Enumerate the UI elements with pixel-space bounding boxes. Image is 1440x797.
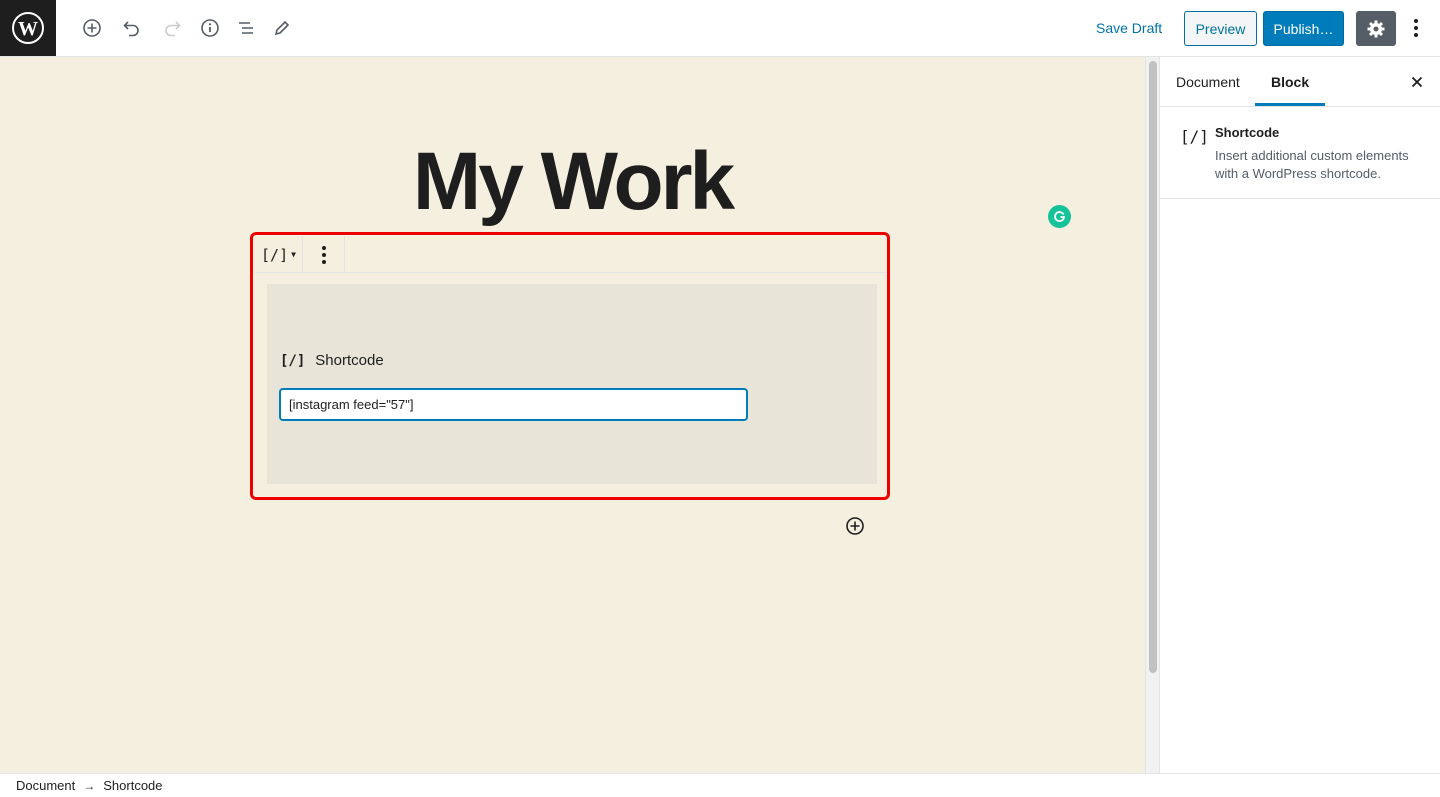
shortcode-input[interactable] (279, 388, 748, 421)
close-icon[interactable] (1406, 71, 1428, 93)
settings-gear-icon[interactable] (1356, 11, 1396, 46)
block-navigation-icon[interactable] (232, 14, 260, 42)
block-card-description: Insert additional custom elements with a… (1215, 148, 1409, 181)
shortcode-label: [/] Shortcode (280, 352, 384, 369)
edit-pencil-icon[interactable] (268, 14, 296, 42)
preview-button[interactable]: Preview (1184, 11, 1257, 46)
shortcode-label-text: Shortcode (315, 352, 384, 369)
breadcrumb: Document → Shortcode (0, 773, 1440, 797)
settings-sidebar: Document Block [/] Shortcode Insert addi… (1159, 57, 1440, 773)
more-options-icon[interactable] (1402, 14, 1430, 42)
tab-block[interactable]: Block (1255, 57, 1326, 106)
shortcode-block[interactable]: [/] ▼ [/] Shortcode (250, 232, 890, 500)
block-more-options-icon[interactable] (303, 236, 345, 273)
shortcode-icon: [/] (1180, 127, 1209, 146)
shortcode-panel: [/] Shortcode (267, 284, 877, 484)
add-block-icon[interactable] (78, 14, 106, 42)
redo-icon[interactable] (158, 14, 186, 42)
shortcode-icon: [/] (280, 352, 306, 369)
tab-document[interactable]: Document (1160, 57, 1256, 107)
arrow-right-icon: → (83, 778, 96, 793)
post-title[interactable]: My Work (0, 135, 1145, 229)
scrollbar-thumb[interactable] (1149, 61, 1157, 673)
undo-icon[interactable] (118, 14, 146, 42)
sidebar-tabs: Document Block (1160, 57, 1440, 107)
editor-header: W Save Draft Preview Publish… (0, 0, 1440, 57)
save-draft-button[interactable]: Save Draft (1088, 16, 1170, 40)
block-switcher-button[interactable]: [/] ▼ (255, 236, 303, 273)
grammarly-icon[interactable] (1048, 205, 1071, 228)
editor-canvas: My Work [/] ▼ [/] Shortcode (0, 57, 1145, 773)
publish-button[interactable]: Publish… (1263, 11, 1344, 46)
block-card: [/] Shortcode Insert additional custom e… (1160, 107, 1440, 199)
shortcode-icon: [/] (261, 245, 289, 264)
inserter-plus-icon[interactable] (845, 516, 865, 536)
wordpress-logo-icon[interactable]: W (0, 0, 56, 56)
breadcrumb-item-shortcode[interactable]: Shortcode (103, 778, 162, 793)
caret-down-icon: ▼ (291, 250, 296, 259)
block-card-title: Shortcode (1215, 125, 1280, 140)
block-toolbar: [/] ▼ (255, 236, 887, 273)
info-icon[interactable] (196, 14, 224, 42)
svg-text:W: W (18, 18, 38, 40)
canvas-scrollbar[interactable] (1145, 57, 1159, 773)
breadcrumb-item-document[interactable]: Document (16, 778, 75, 793)
